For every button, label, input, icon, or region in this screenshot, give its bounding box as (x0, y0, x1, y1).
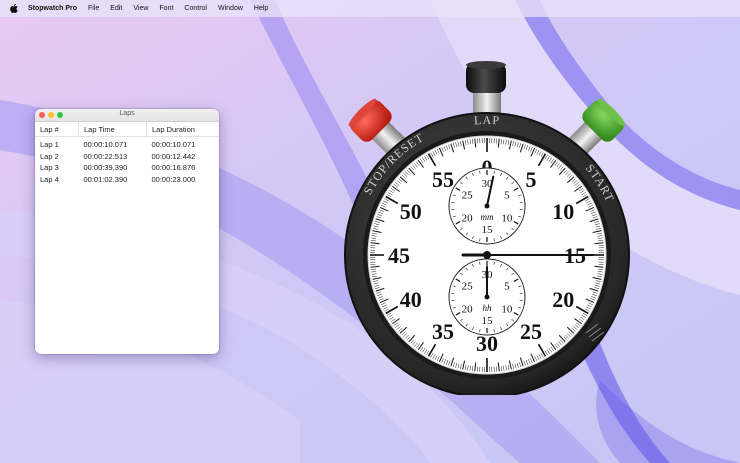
menu-window[interactable]: Window (218, 5, 243, 12)
table-row[interactable]: Lap 1 00:00:10.071 00:00:10.071 (35, 137, 219, 151)
table-row[interactable]: Lap 2 00:00:22.513 00:00:12.442 (35, 151, 219, 163)
menu-bar: Stopwatch Pro File Edit View Font Contro… (0, 0, 740, 17)
column-header-lap-duration[interactable]: Lap Duration (146, 122, 219, 137)
lap-number-cell: Lap 3 (40, 163, 59, 173)
subdial-number: 15 (482, 224, 494, 236)
lap-duration-cell: 00:00:23.000 (151, 174, 196, 184)
dial-number: 35 (432, 319, 454, 344)
lap-number-cell: Lap 4 (40, 174, 59, 184)
hours-subdial: 30510152025 hh (448, 258, 526, 336)
menu-view[interactable]: View (133, 5, 148, 12)
menu-help[interactable]: Help (254, 5, 268, 12)
subdial-number: 5 (504, 281, 510, 293)
column-header-lap-number[interactable]: Lap # (35, 122, 79, 137)
menu-file[interactable]: File (88, 5, 99, 12)
menu-font[interactable]: Font (159, 5, 173, 12)
menu-control[interactable]: Control (184, 5, 207, 12)
menu-app-name[interactable]: Stopwatch Pro (28, 5, 77, 12)
dial-number: 55 (432, 167, 454, 192)
hours-unit-label: hh (483, 303, 493, 313)
subdial-number: 20 (462, 304, 474, 316)
dial-number: 5 (526, 167, 537, 192)
lap-duration-cell: 00:00:12.442 (151, 151, 196, 161)
column-header-lap-time[interactable]: Lap Time (78, 122, 147, 137)
subdial-number: 5 (504, 190, 510, 202)
table-row[interactable]: Lap 4 00:01:02.390 00:00:23.000 (35, 174, 219, 186)
window-title: Laps (119, 110, 135, 117)
subdial-number: 10 (501, 304, 513, 316)
lap-time-cell: 00:00:10.071 (83, 140, 128, 150)
lap-duration-cell: 00:00:10.071 (151, 140, 196, 150)
laps-window: Laps Lap # Lap Time Lap Duration Lap 1 0… (35, 109, 219, 354)
subdial-number: 20 (462, 213, 474, 225)
lap-number-cell: Lap 1 (40, 140, 59, 150)
minutes-subdial: 30510152025 mm (448, 167, 526, 245)
dial-number: 50 (400, 199, 422, 224)
menu-edit[interactable]: Edit (110, 5, 122, 12)
subdial-number: 10 (501, 213, 513, 225)
laps-table: Lap # Lap Time Lap Duration Lap 1 00:00:… (35, 122, 219, 185)
window-titlebar[interactable]: Laps (35, 109, 219, 122)
svg-text:LAP: LAP (473, 113, 500, 128)
minutes-unit-label: mm (481, 212, 494, 222)
bezel-label-lap: LAP (473, 113, 499, 128)
dial-number: 20 (552, 287, 574, 312)
dial-number: 45 (388, 243, 410, 268)
lap-time-cell: 00:00:22.513 (83, 151, 128, 161)
lap-time-cell: 00:00:39.390 (83, 163, 128, 173)
dial-number: 25 (520, 319, 542, 344)
lap-time-cell: 00:01:02.390 (83, 174, 128, 184)
stopwatch: STOP/RESET LAP START 0510152025303540455… (344, 61, 630, 395)
subdial-number: 15 (482, 315, 494, 327)
dial-number: 40 (400, 287, 422, 312)
subdial-number: 25 (462, 281, 474, 293)
dial-number: 10 (552, 199, 574, 224)
lap-duration-cell: 00:00:16.876 (151, 163, 196, 173)
table-row[interactable]: Lap 3 00:00:39.390 00:00:16.876 (35, 162, 219, 174)
lap-button[interactable] (466, 61, 506, 115)
lap-number-cell: Lap 2 (40, 151, 59, 161)
subdial-number: 25 (462, 190, 474, 202)
apple-logo-icon[interactable] (10, 4, 18, 13)
